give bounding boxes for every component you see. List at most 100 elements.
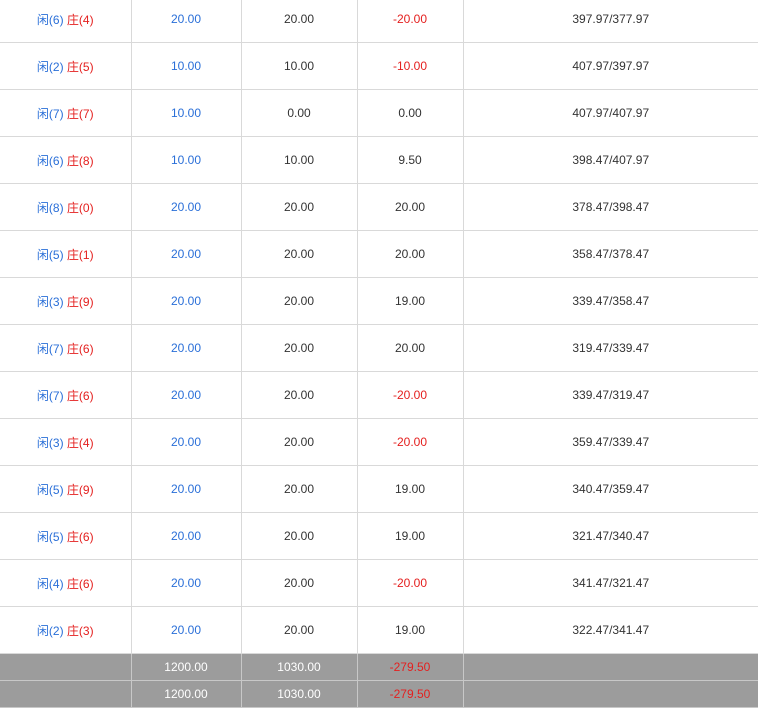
total-row: 1200.00 1030.00 -279.50 [0, 653, 758, 681]
win-loss: -20.00 [357, 371, 464, 419]
banker-hand: 庄(6) [66, 388, 94, 403]
table-row: 闲(7) 庄(7) 10.00 0.00 0.00 407.97/407.97 [0, 89, 758, 137]
table-row: 闲(8) 庄(0) 20.00 20.00 20.00 378.47/398.47 [0, 183, 758, 231]
balance-change: 341.47/321.47 [463, 559, 758, 607]
bet-amount: 20.00 [131, 0, 242, 43]
hand-cell: 闲(5) 庄(6) [0, 512, 132, 560]
hand-cell: 闲(8) 庄(0) [0, 183, 132, 231]
valid-bet: 20.00 [241, 371, 358, 419]
valid-bet: 0.00 [241, 89, 358, 137]
total-bet: 1200.00 [130, 680, 242, 708]
player-hand: 闲(7) [36, 341, 64, 356]
win-loss: 19.00 [357, 465, 464, 513]
table-row: 闲(3) 庄(4) 20.00 20.00 -20.00 359.47/339.47 [0, 418, 758, 466]
valid-bet: 10.00 [241, 42, 358, 90]
balance-change: 322.47/341.47 [463, 606, 758, 654]
valid-bet: 20.00 [241, 465, 358, 513]
total-bet: 1200.00 [130, 653, 242, 681]
win-loss: 0.00 [357, 89, 464, 137]
table-row: 闲(5) 庄(6) 20.00 20.00 19.00 321.47/340.47 [0, 512, 758, 560]
table-row: 闲(2) 庄(3) 20.00 20.00 19.00 322.47/341.47 [0, 606, 758, 654]
table-row: 闲(7) 庄(6) 20.00 20.00 20.00 319.47/339.47 [0, 324, 758, 372]
player-hand: 闲(7) [36, 106, 64, 121]
total-row: 1200.00 1030.00 -279.50 [0, 680, 758, 708]
player-hand: 闲(8) [36, 200, 64, 215]
player-hand: 闲(3) [36, 435, 64, 450]
bet-amount: 20.00 [131, 230, 242, 278]
banker-hand: 庄(4) [66, 12, 94, 27]
balance-change: 359.47/339.47 [463, 418, 758, 466]
banker-hand: 庄(9) [66, 294, 94, 309]
hand-cell: 闲(3) 庄(4) [0, 418, 132, 466]
hand-cell: 闲(7) 庄(6) [0, 324, 132, 372]
player-hand: 闲(7) [36, 388, 64, 403]
balance-change: 339.47/319.47 [463, 371, 758, 419]
total-win-loss: -279.50 [356, 680, 464, 708]
win-loss: 19.00 [357, 277, 464, 325]
table-row: 闲(4) 庄(6) 20.00 20.00 -20.00 341.47/321.47 [0, 559, 758, 607]
hand-cell: 闲(6) 庄(4) [0, 0, 132, 43]
banker-hand: 庄(6) [66, 529, 94, 544]
bet-amount: 10.00 [131, 89, 242, 137]
player-hand: 闲(2) [36, 623, 64, 638]
hand-cell: 闲(3) 庄(9) [0, 277, 132, 325]
bet-amount: 20.00 [131, 183, 242, 231]
player-hand: 闲(6) [36, 12, 64, 27]
balance-change: 378.47/398.47 [463, 183, 758, 231]
bet-amount: 20.00 [131, 512, 242, 560]
hand-cell: 闲(2) 庄(3) [0, 606, 132, 654]
bet-record-table: 闲(6) 庄(4) 20.00 20.00 -20.00 397.97/377.97 闲(… [0, 0, 758, 708]
hand-cell: 闲(2) 庄(5) [0, 42, 132, 90]
balance-change: 319.47/339.47 [463, 324, 758, 372]
table-body: 闲(6) 庄(4) 20.00 20.00 -20.00 397.97/377.97 闲(… [0, 0, 758, 708]
banker-hand: 庄(7) [66, 106, 94, 121]
win-loss: -10.00 [357, 42, 464, 90]
player-hand: 闲(5) [36, 529, 64, 544]
hand-cell: 闲(7) 庄(6) [0, 371, 132, 419]
bet-amount: 20.00 [131, 277, 242, 325]
valid-bet: 20.00 [241, 230, 358, 278]
banker-hand: 庄(6) [66, 576, 94, 591]
table-row: 闲(2) 庄(5) 10.00 10.00 -10.00 407.97/397.97 [0, 42, 758, 90]
win-loss: 20.00 [357, 324, 464, 372]
total-label [0, 680, 132, 708]
hand-cell: 闲(5) 庄(9) [0, 465, 132, 513]
balance-change: 339.47/358.47 [463, 277, 758, 325]
balance-change: 358.47/378.47 [463, 230, 758, 278]
bet-amount: 10.00 [131, 136, 242, 184]
valid-bet: 20.00 [241, 324, 358, 372]
total-valid: 1030.00 [240, 653, 358, 681]
balance-change: 398.47/407.97 [463, 136, 758, 184]
valid-bet: 20.00 [241, 606, 358, 654]
bet-amount: 20.00 [131, 371, 242, 419]
bet-amount: 20.00 [131, 606, 242, 654]
valid-bet: 10.00 [241, 136, 358, 184]
banker-hand: 庄(1) [66, 247, 94, 262]
balance-change: 407.97/407.97 [463, 89, 758, 137]
win-loss: -20.00 [357, 418, 464, 466]
valid-bet: 20.00 [241, 418, 358, 466]
valid-bet: 20.00 [241, 0, 358, 43]
table-row: 闲(5) 庄(1) 20.00 20.00 20.00 358.47/378.47 [0, 230, 758, 278]
balance-change: 321.47/340.47 [463, 512, 758, 560]
banker-hand: 庄(4) [66, 435, 94, 450]
win-loss: 19.00 [357, 512, 464, 560]
valid-bet: 20.00 [241, 559, 358, 607]
hand-cell: 闲(7) 庄(7) [0, 89, 132, 137]
player-hand: 闲(5) [36, 247, 64, 262]
player-hand: 闲(2) [36, 59, 64, 74]
bet-amount: 10.00 [131, 42, 242, 90]
balance-change: 397.97/377.97 [463, 0, 758, 43]
win-loss: 20.00 [357, 183, 464, 231]
banker-hand: 庄(0) [66, 200, 94, 215]
player-hand: 闲(5) [36, 482, 64, 497]
win-loss: 19.00 [357, 606, 464, 654]
player-hand: 闲(4) [36, 576, 64, 591]
valid-bet: 20.00 [241, 277, 358, 325]
table-row: 闲(6) 庄(4) 20.00 20.00 -20.00 397.97/377.97 [0, 0, 758, 43]
total-balance [462, 680, 758, 708]
win-loss: -20.00 [357, 0, 464, 43]
banker-hand: 庄(5) [66, 59, 94, 74]
total-label [0, 653, 132, 681]
bet-amount: 20.00 [131, 324, 242, 372]
